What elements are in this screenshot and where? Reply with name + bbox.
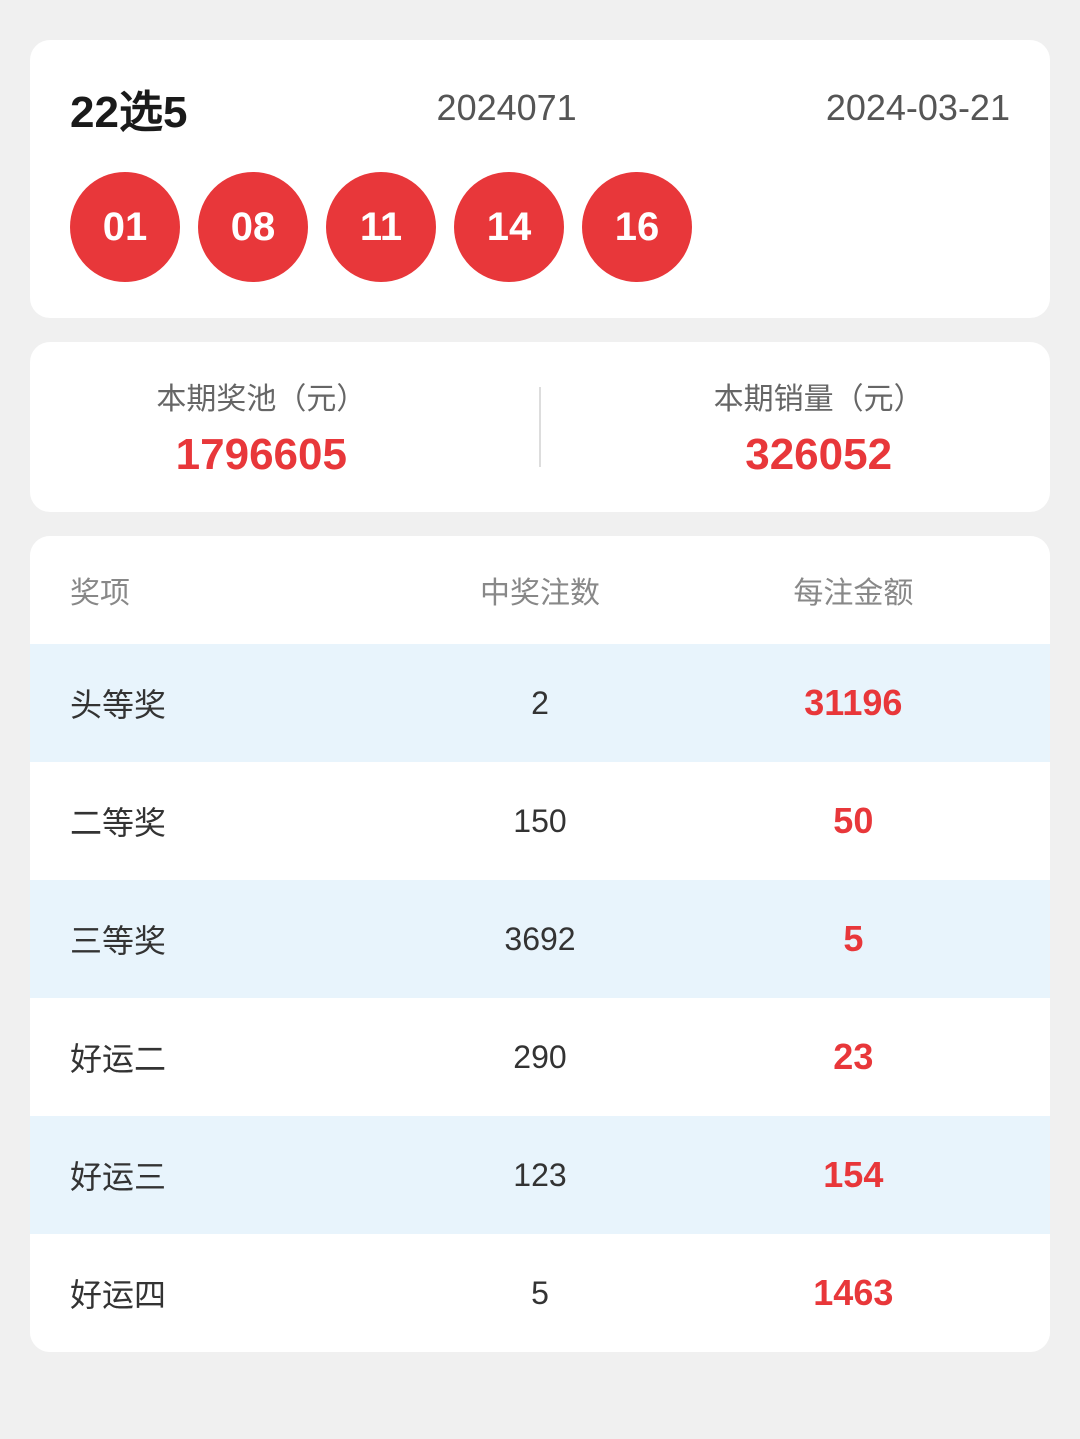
draw-date: 2024-03-21 xyxy=(826,87,1010,129)
table-row: 好运二29023 xyxy=(30,998,1050,1116)
table-row: 头等奖231196 xyxy=(30,644,1050,762)
lottery-ball: 11 xyxy=(326,172,436,282)
table-row: 二等奖15050 xyxy=(30,762,1050,880)
prize-amount: 31196 xyxy=(697,682,1010,724)
stats-card: 本期奖池（元） 1796605 本期销量（元） 326052 xyxy=(30,342,1050,512)
prize-name: 好运三 xyxy=(70,1152,383,1198)
sales-value: 326052 xyxy=(745,430,892,480)
lottery-ball: 16 xyxy=(582,172,692,282)
prize-amount: 154 xyxy=(697,1154,1010,1196)
prize-count: 123 xyxy=(383,1157,696,1194)
prize-amount: 50 xyxy=(697,800,1010,842)
prize-count: 2 xyxy=(383,685,696,722)
table-header: 奖项中奖注数每注金额 xyxy=(30,536,1050,644)
issue-number: 2024071 xyxy=(437,87,577,129)
sales-stat: 本期销量（元） 326052 xyxy=(714,374,924,480)
prize-name: 好运二 xyxy=(70,1034,383,1080)
prize-amount: 5 xyxy=(697,918,1010,960)
lottery-ball: 08 xyxy=(198,172,308,282)
top-card: 22选5 2024071 2024-03-21 0108111416 xyxy=(30,40,1050,318)
prize-name: 二等奖 xyxy=(70,798,383,844)
header-row: 22选5 2024071 2024-03-21 xyxy=(70,76,1010,140)
pool-value: 1796605 xyxy=(176,430,347,480)
prize-amount: 23 xyxy=(697,1036,1010,1078)
pool-label: 本期奖池（元） xyxy=(156,374,366,418)
table-row: 好运三123154 xyxy=(30,1116,1050,1234)
prize-name: 头等奖 xyxy=(70,680,383,726)
lottery-ball: 01 xyxy=(70,172,180,282)
table-header-cell: 每注金额 xyxy=(697,568,1010,612)
lottery-ball: 14 xyxy=(454,172,564,282)
prize-name: 三等奖 xyxy=(70,916,383,962)
sales-label: 本期销量（元） xyxy=(714,374,924,418)
prize-count: 290 xyxy=(383,1039,696,1076)
balls-row: 0108111416 xyxy=(70,172,1010,282)
prize-count: 3692 xyxy=(383,921,696,958)
prize-name: 好运四 xyxy=(70,1270,383,1316)
pool-stat: 本期奖池（元） 1796605 xyxy=(156,374,366,480)
table-header-cell: 奖项 xyxy=(70,568,383,612)
table-row: 好运四51463 xyxy=(30,1234,1050,1352)
prize-count: 150 xyxy=(383,803,696,840)
game-title: 22选5 xyxy=(70,76,187,140)
prize-count: 5 xyxy=(383,1275,696,1312)
table-header-cell: 中奖注数 xyxy=(383,568,696,612)
divider xyxy=(539,387,541,467)
prize-table-card: 奖项中奖注数每注金额 头等奖231196二等奖15050三等奖36925好运二2… xyxy=(30,536,1050,1352)
table-row: 三等奖36925 xyxy=(30,880,1050,998)
prize-amount: 1463 xyxy=(697,1272,1010,1314)
